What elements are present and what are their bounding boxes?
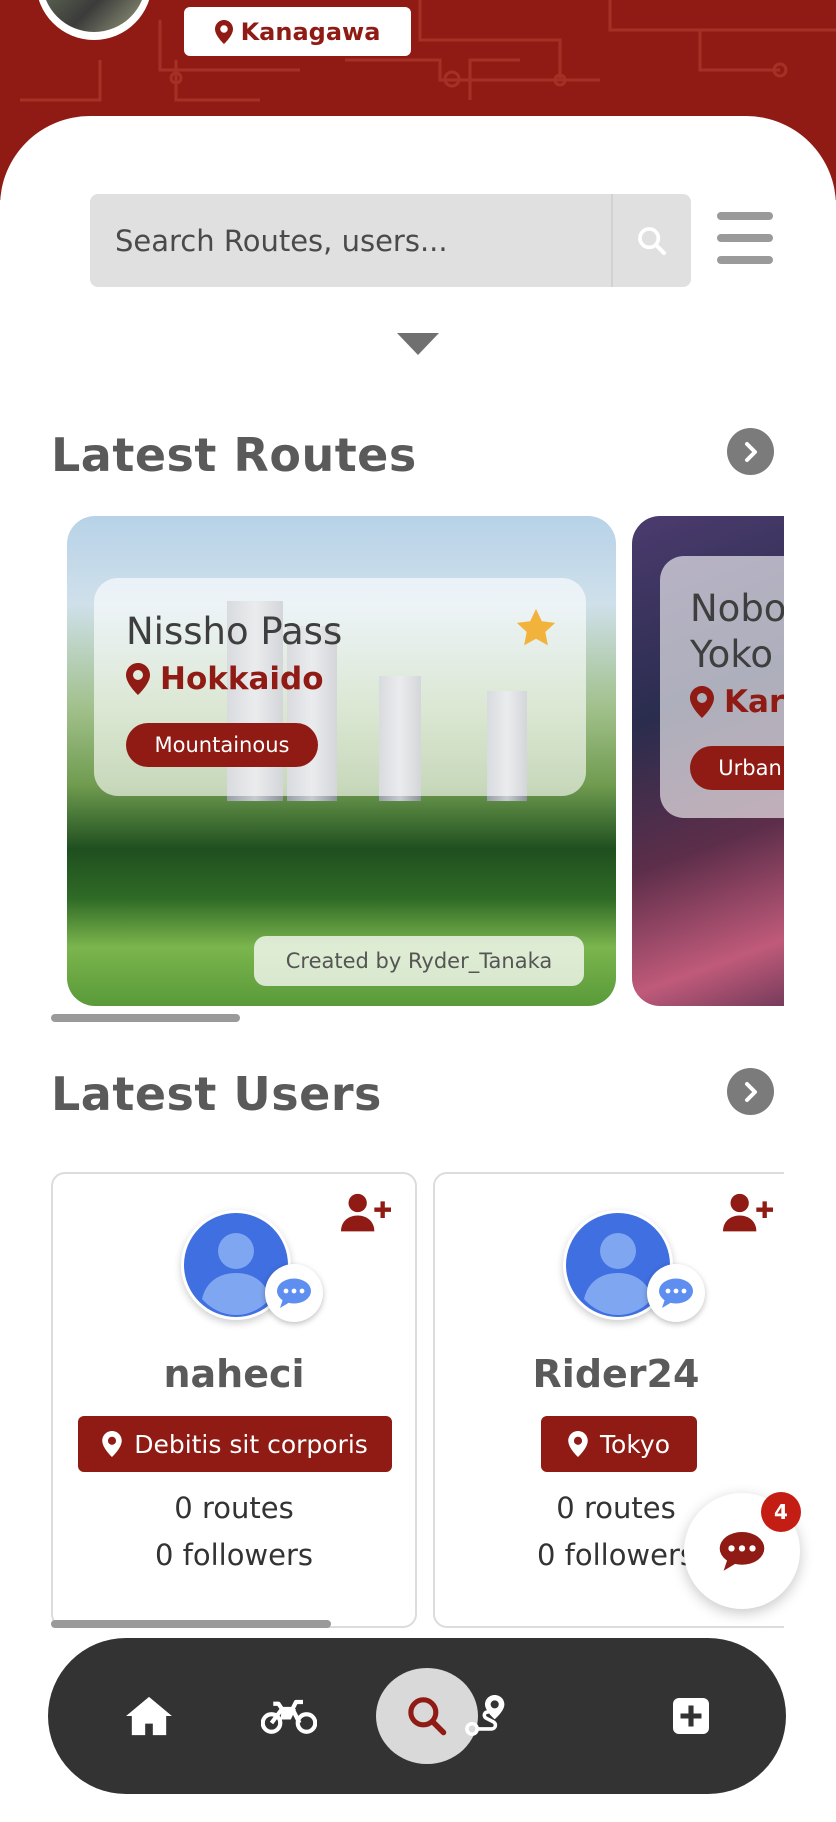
user-location-text: Debitis sit corporis <box>134 1429 368 1459</box>
bottom-navigation <box>48 1638 786 1794</box>
location-pin-icon <box>126 663 150 695</box>
users-scroll-indicator[interactable] <box>51 1620 331 1628</box>
message-user-button[interactable] <box>265 1264 323 1322</box>
chevron-right-icon <box>744 441 757 462</box>
user-routes-count: 0 routes <box>174 1491 294 1525</box>
location-pin-icon <box>214 19 233 44</box>
route-location: Hokkaido <box>126 661 324 697</box>
route-name: Nobo Yoko <box>690 586 784 678</box>
search-button[interactable] <box>611 194 691 287</box>
user-location: Debitis sit corporis <box>78 1416 392 1472</box>
add-friend-icon[interactable] <box>723 1192 773 1234</box>
route-icon <box>465 1695 505 1736</box>
route-name-line2: Yoko <box>690 633 774 676</box>
location-pin-icon <box>102 1431 122 1457</box>
routes-carousel[interactable]: Nissho Pass Hokkaido Mountainous Created… <box>67 516 784 1006</box>
user-card[interactable]: naheci Debitis sit corporis 0 routes 0 f… <box>51 1172 417 1628</box>
route-name: Nissho Pass <box>126 610 343 653</box>
latest-users-more-button[interactable] <box>727 1068 774 1115</box>
unread-messages-badge: 4 <box>761 1492 801 1532</box>
chat-icon <box>659 1278 693 1308</box>
nav-routes[interactable] <box>440 1638 530 1794</box>
nav-rides[interactable] <box>244 1638 334 1794</box>
add-icon <box>673 1698 709 1734</box>
latest-routes-more-button[interactable] <box>727 428 774 475</box>
route-creator[interactable]: Created by Ryder_Tanaka <box>254 936 584 986</box>
add-friend-icon[interactable] <box>341 1192 391 1234</box>
chat-icon <box>719 1531 765 1571</box>
nav-add[interactable] <box>646 1638 736 1794</box>
route-location-text: Kar <box>724 684 784 720</box>
nav-home[interactable] <box>104 1638 194 1794</box>
motorcycle-icon <box>261 1699 317 1734</box>
message-user-button[interactable] <box>647 1264 705 1322</box>
location-pin-icon <box>568 1431 588 1457</box>
route-tag: Mountainous <box>126 723 318 767</box>
route-location-text: Hokkaido <box>160 661 324 697</box>
search-input[interactable] <box>90 223 610 258</box>
user-location-text: Tokyo <box>600 1429 670 1459</box>
user-followers-count: 0 followers <box>154 1538 314 1572</box>
latest-routes-title: Latest Routes <box>51 428 417 482</box>
route-tag: Urban <box>690 746 784 790</box>
latest-users-title: Latest Users <box>51 1067 382 1121</box>
home-icon <box>126 1696 172 1736</box>
users-carousel[interactable]: naheci Debitis sit corporis 0 routes 0 f… <box>51 1172 784 1630</box>
chat-icon <box>277 1278 311 1308</box>
route-card[interactable]: Nobo Yoko Kar Urban <box>632 516 784 1006</box>
route-card[interactable]: Nissho Pass Hokkaido Mountainous Created… <box>67 516 616 1006</box>
routes-scroll-indicator[interactable] <box>51 1014 240 1022</box>
chevron-right-icon <box>744 1081 757 1102</box>
location-pin-icon <box>690 686 714 718</box>
expand-filters-caret-icon[interactable] <box>397 333 439 355</box>
route-name-line1: Nobo <box>690 587 784 630</box>
route-location: Kar <box>690 684 784 720</box>
star-favorite-icon[interactable] <box>514 607 558 649</box>
user-name: naheci <box>163 1352 305 1396</box>
current-location-pill[interactable]: Kanagawa <box>184 7 411 56</box>
user-location: Tokyo <box>541 1416 697 1472</box>
search-icon <box>638 226 667 255</box>
hamburger-menu-icon[interactable] <box>717 212 773 264</box>
user-name: Rider24 <box>532 1352 700 1396</box>
search-bar <box>90 194 691 287</box>
current-location-text: Kanagawa <box>240 17 381 46</box>
